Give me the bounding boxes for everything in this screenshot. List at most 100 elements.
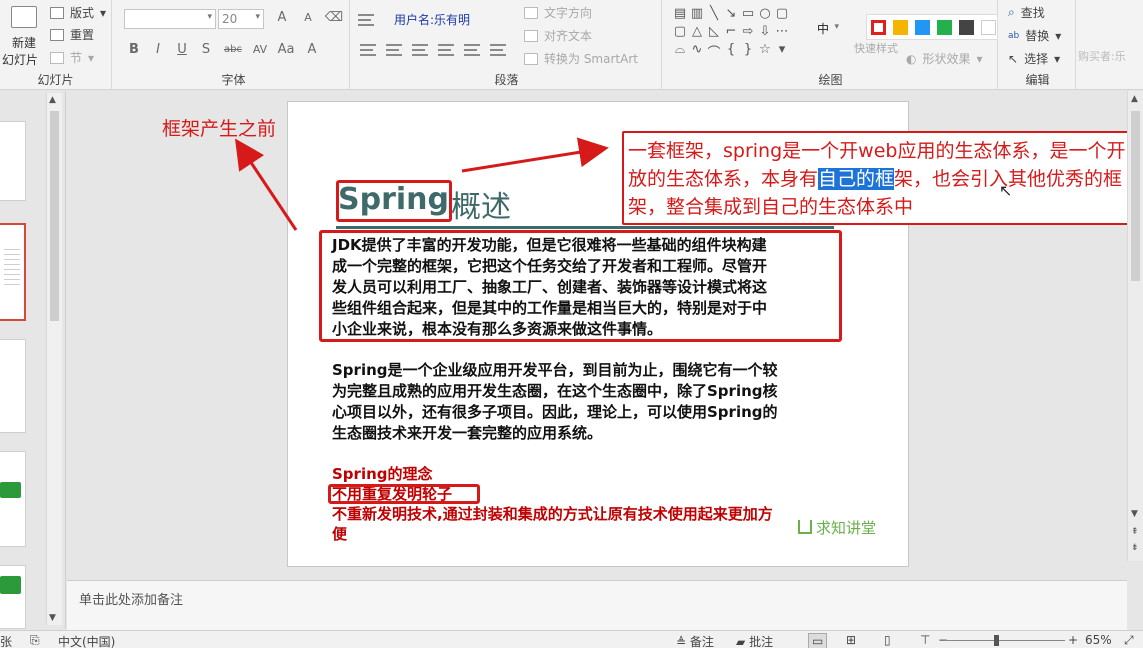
slide-thumbnail-5[interactable]	[0, 565, 26, 629]
align-center-icon[interactable]	[386, 44, 402, 56]
grow-font-button[interactable]: A	[272, 10, 292, 25]
freeform-icon[interactable]: ⌒	[706, 42, 722, 61]
reading-view-icon[interactable]: ▯	[884, 633, 891, 647]
scroll-up-icon[interactable]: ▲	[49, 95, 56, 105]
triangle-icon[interactable]: △	[689, 24, 705, 41]
normal-view-icon[interactable]: ▭	[808, 633, 828, 648]
slide-thumbnail-3[interactable]	[0, 339, 26, 433]
swatch-green[interactable]	[937, 19, 952, 35]
zoom-level[interactable]: 65%	[1085, 633, 1112, 647]
rectangle-icon[interactable]: ▭	[740, 6, 756, 23]
shadow-button[interactable]: S	[196, 42, 216, 57]
textbox-icon[interactable]: ▤	[672, 6, 688, 23]
slide-thumbnail-1[interactable]	[0, 121, 26, 201]
case-button[interactable]: Aa	[274, 42, 298, 57]
slide-thumbnail-2[interactable]	[0, 223, 26, 321]
swatch-white[interactable]	[981, 19, 996, 35]
text-direction-button[interactable]: 文字方向	[524, 4, 592, 21]
notes-pane[interactable]: 单击此处添加备注	[67, 580, 1127, 630]
fit-slide-icon[interactable]: ⤢	[1124, 633, 1134, 648]
prev-slide-icon[interactable]: ⇞	[1131, 527, 1139, 537]
align-right-icon[interactable]	[412, 44, 428, 56]
font-size-select[interactable]: 20 ▾	[218, 9, 264, 29]
scroll-down-icon[interactable]: ▼	[49, 613, 56, 623]
spellcheck-icon[interactable]: ⎘	[30, 633, 40, 648]
justify-icon[interactable]	[438, 44, 454, 56]
oval-icon[interactable]: ○	[757, 6, 773, 23]
line-icon[interactable]: ╲	[706, 6, 722, 23]
swatch-blue[interactable]	[915, 19, 930, 35]
slide-scrollbar[interactable]: ▲ ▼ ⇞ ⇟	[1127, 91, 1143, 561]
new-slide-button[interactable]: 新建 幻灯片	[2, 6, 44, 67]
bracket-right-icon[interactable]: }	[740, 42, 756, 59]
callout-icon[interactable]: ⌓	[672, 42, 688, 59]
scrollbar-thumb[interactable]	[1131, 111, 1140, 281]
curve-icon[interactable]: ∿	[689, 42, 705, 59]
section-button[interactable]: 节 ▾	[50, 49, 94, 66]
slide-thumbnails-panel: ▲ ▼	[0, 91, 66, 629]
quick-style-label[interactable]: 快速样式	[854, 40, 898, 56]
slide-thumbnail-4[interactable]	[0, 451, 26, 547]
underline-button[interactable]: U	[172, 42, 192, 57]
clear-format-icon[interactable]: ⌫	[324, 10, 344, 25]
paragraph-jdk[interactable]: JDK提供了丰富的开发功能，但是它很难将一些基础的组件块构建 成一个完整的框架，…	[332, 235, 844, 340]
comments-toggle-button[interactable]: ▰ 批注	[736, 633, 773, 648]
sorter-view-icon[interactable]: ⊞	[846, 633, 856, 647]
scroll-up-icon[interactable]: ▲	[1131, 94, 1138, 104]
slide-title-rest[interactable]: 概述	[451, 182, 511, 226]
strike-button[interactable]: abc	[220, 44, 246, 55]
zoom-slider-track[interactable]	[945, 640, 1065, 641]
paragraph-spring[interactable]: Spring是一个企业级应用开发平台，到目前为止，围绕它有一个较 为完整且成熟的…	[332, 360, 844, 444]
align-left-icon[interactable]	[360, 44, 376, 56]
drawing-dropdown[interactable]: 中 ▾	[803, 18, 855, 38]
swatch-dark[interactable]	[959, 19, 974, 35]
swatch-red-selected[interactable]	[871, 19, 886, 35]
bullets-icon[interactable]	[358, 13, 374, 26]
thumbnail-scrollbar[interactable]: ▲ ▼	[46, 93, 62, 625]
columns-icon[interactable]	[490, 44, 506, 56]
shape-effects-button[interactable]: ◐ 形状效果 ▾	[906, 50, 983, 67]
layout-button[interactable]: 版式 ▾	[50, 4, 106, 21]
arrow-line-icon[interactable]: ↘	[723, 6, 739, 23]
reset-button[interactable]: 重置	[50, 26, 94, 43]
annotation-left[interactable]: 框架产生之前	[162, 114, 276, 141]
down-arrow-icon[interactable]: ⇩	[757, 24, 773, 41]
swatch-yellow[interactable]	[893, 19, 908, 35]
align-text-button[interactable]: 对齐文本	[524, 27, 592, 44]
spacing-button[interactable]: AV	[250, 43, 270, 56]
rounded-rect-icon[interactable]: ▢	[774, 6, 790, 23]
zoom-in-icon[interactable]: +	[1068, 633, 1078, 647]
zoom-slider-knob[interactable]	[994, 635, 999, 646]
right-arrow-icon[interactable]: ⇨	[740, 24, 756, 41]
notes-toggle-label: 备注	[689, 635, 714, 648]
italic-button[interactable]: I	[148, 42, 168, 57]
next-slide-icon[interactable]: ⇟	[1131, 543, 1139, 553]
smartart-button[interactable]: 转换为 SmartArt	[524, 50, 638, 67]
select-button[interactable]: ↖ 选择 ▾	[1008, 50, 1060, 67]
more-shapes-icon[interactable]: ⋯	[774, 24, 790, 41]
bracket-left-icon[interactable]: {	[723, 42, 739, 59]
connector-icon[interactable]: ⌐	[723, 24, 739, 41]
font-name-select[interactable]: ▾	[124, 9, 216, 29]
shrink-font-button[interactable]: A	[298, 11, 318, 24]
replace-button[interactable]: ab 替换 ▾	[1008, 27, 1061, 44]
paragraph-concept[interactable]: Spring的理念 不用重复发明轮子 不重新发明技术,通过封装和集成的方式让原有…	[332, 464, 844, 544]
slideshow-view-icon[interactable]: ⊤	[920, 633, 930, 647]
annotation-right-text[interactable]: 一套框架，spring是一个开web应用的生态体系，是一个开放的生态体系，本身有…	[628, 137, 1134, 221]
right-triangle-icon[interactable]: ◺	[706, 24, 722, 41]
distributed-icon[interactable]	[464, 44, 480, 56]
list-row: 用户名:乐有明	[358, 11, 470, 28]
gallery-down-icon[interactable]: ▾	[774, 42, 790, 59]
notes-toggle-button[interactable]: ≜ 备注	[676, 633, 714, 648]
scrollbar-thumb[interactable]	[50, 111, 59, 321]
language-label[interactable]: 中文(中国)	[58, 633, 115, 648]
bold-button[interactable]: B	[124, 42, 144, 57]
rounded-rectangle-icon[interactable]: ▢	[672, 24, 688, 41]
find-button[interactable]: ⌕ 查找	[1008, 4, 1045, 21]
vertical-textbox-icon[interactable]: ▥	[689, 6, 705, 23]
font-color-button[interactable]: A	[302, 42, 322, 57]
star-icon[interactable]: ☆	[757, 42, 773, 59]
shapes-gallery[interactable]: ▤ ▥ ╲ ↘ ▭ ○ ▢ ▢ △ ◺ ⌐ ⇨ ⇩ ⋯ ⌓ ∿ ⌒{} ☆ ▾	[672, 6, 790, 62]
dropdown-arrow-icon: ▾	[1054, 51, 1061, 66]
scroll-down-icon[interactable]: ▼	[1131, 509, 1138, 519]
